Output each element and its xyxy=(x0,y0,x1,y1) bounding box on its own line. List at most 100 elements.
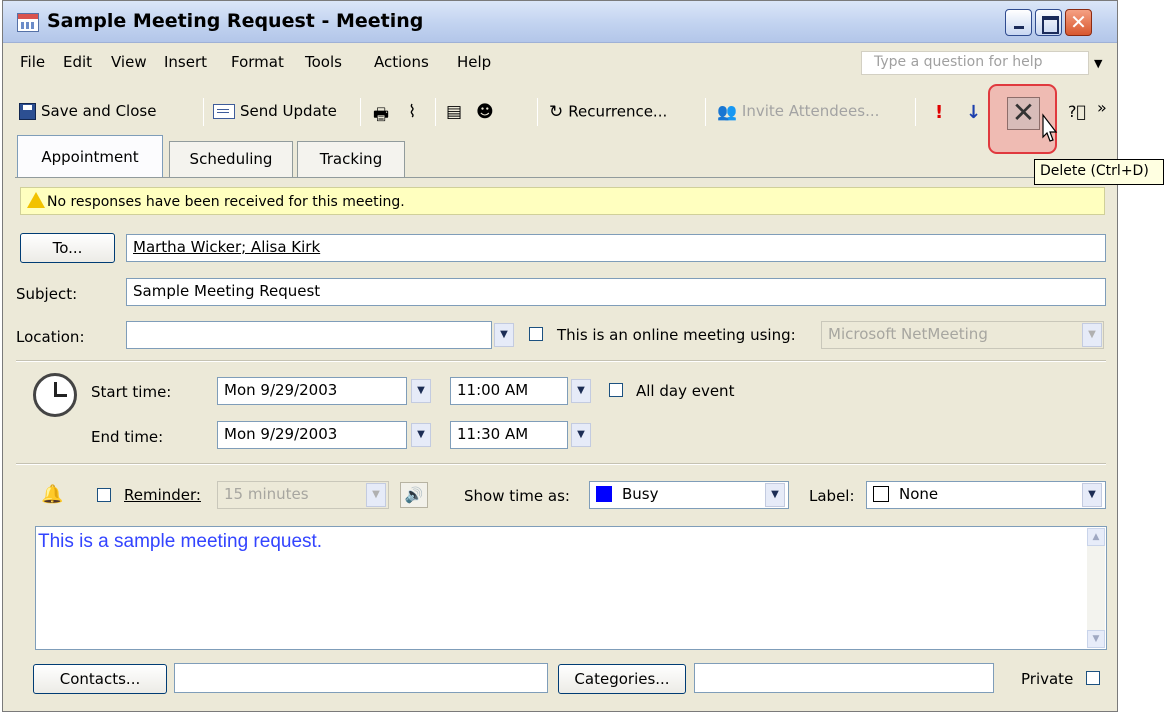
delete-button[interactable]: ✕ xyxy=(1007,97,1040,130)
recurrence-icon: ↻ xyxy=(549,102,564,122)
menu-insert[interactable]: Insert xyxy=(164,53,207,71)
close-button[interactable]: ✕ xyxy=(1065,9,1092,36)
categories-field[interactable] xyxy=(694,663,994,693)
private-label: Private xyxy=(1021,670,1074,688)
toolbar-separator xyxy=(537,98,538,126)
recurrence-button[interactable]: ↻ Recurrence... xyxy=(549,102,667,122)
low-importance-icon[interactable]: ↓ xyxy=(966,102,981,123)
send-update-icon xyxy=(213,104,235,119)
online-meeting-dropdown-icon: ▼ xyxy=(1082,323,1102,347)
all-day-event-checkbox[interactable] xyxy=(609,383,623,397)
toolbar-separator xyxy=(705,98,706,126)
info-bar: No responses have been received for this… xyxy=(20,187,1105,215)
help-search-input[interactable]: Type a question for help xyxy=(861,51,1089,75)
divider xyxy=(16,360,1106,362)
start-time-dropdown-icon[interactable]: ▼ xyxy=(571,379,591,403)
address-book-icon[interactable]: ▤ xyxy=(446,102,462,122)
high-importance-icon[interactable]: ! xyxy=(935,102,943,123)
online-meeting-label: This is an online meeting using: xyxy=(557,326,796,344)
send-update-button[interactable]: Send Update xyxy=(213,102,337,120)
subject-field[interactable]: Sample Meeting Request xyxy=(126,278,1106,306)
start-date-dropdown-icon[interactable]: ▼ xyxy=(411,379,431,403)
help-icon[interactable]: ?⃞ xyxy=(1068,102,1086,121)
help-dropdown-icon[interactable]: ▼ xyxy=(1094,57,1102,70)
tab-appointment[interactable]: Appointment xyxy=(17,135,163,178)
menu-view[interactable]: View xyxy=(111,53,147,71)
minimize-button[interactable] xyxy=(1005,9,1032,36)
label-select[interactable]: None xyxy=(866,481,1106,509)
delete-tooltip: Delete (Ctrl+D) xyxy=(1034,159,1164,185)
show-time-as-label: Show time as: xyxy=(464,487,570,505)
warning-icon xyxy=(27,192,45,208)
calendar-icon xyxy=(17,13,39,32)
scroll-up-icon[interactable]: ▲ xyxy=(1087,528,1105,546)
title-bar[interactable]: Sample Meeting Request - Meeting ✕ xyxy=(3,1,1117,43)
reminder-label: Reminder: xyxy=(124,486,201,504)
label-field-label: Label: xyxy=(809,487,855,505)
contacts-field[interactable] xyxy=(174,663,548,693)
end-time-dropdown-icon[interactable]: ▼ xyxy=(571,423,591,447)
invite-attendees-button[interactable]: 👥 Invite Attendees... xyxy=(717,102,879,121)
tab-scheduling[interactable]: Scheduling xyxy=(169,141,293,177)
tab-tracking[interactable]: Tracking xyxy=(297,141,405,177)
invite-attendees-label: Invite Attendees... xyxy=(741,102,880,120)
toolbar-separator xyxy=(915,98,916,126)
online-meeting-select: Microsoft NetMeeting xyxy=(821,321,1104,349)
location-dropdown-icon[interactable]: ▼ xyxy=(494,323,514,347)
all-day-event-label: All day event xyxy=(636,382,735,400)
label-color-swatch xyxy=(873,486,889,502)
contacts-button[interactable]: Contacts... xyxy=(33,664,167,694)
show-time-as-value: Busy xyxy=(622,485,659,503)
online-meeting-checkbox[interactable] xyxy=(529,327,543,341)
notes-scrollbar[interactable]: ▲ ▼ xyxy=(1087,528,1105,648)
maximize-button[interactable] xyxy=(1035,9,1062,36)
clock-icon xyxy=(33,373,77,417)
start-time-field[interactable]: 11:00 AM xyxy=(450,377,568,405)
attach-icon[interactable]: ⌇ xyxy=(408,102,416,122)
menu-tools[interactable]: Tools xyxy=(305,53,342,71)
show-time-as-dropdown-icon[interactable]: ▼ xyxy=(765,483,785,507)
end-time-field[interactable]: 11:30 AM xyxy=(450,421,568,449)
end-date-field[interactable]: Mon 9/29/2003 xyxy=(217,421,407,449)
save-and-close-button[interactable]: Save and Close xyxy=(19,102,156,120)
show-time-as-select[interactable]: Busy xyxy=(589,481,789,509)
window-title: Sample Meeting Request - Meeting xyxy=(47,10,424,32)
send-update-label: Send Update xyxy=(240,102,337,120)
start-date-field[interactable]: Mon 9/29/2003 xyxy=(217,377,407,405)
menu-file[interactable]: File xyxy=(20,53,45,71)
label-value: None xyxy=(899,485,939,503)
reminder-bell-icon: 🔔 xyxy=(41,484,64,505)
private-checkbox[interactable] xyxy=(1086,671,1100,685)
location-field[interactable] xyxy=(126,321,492,349)
menu-format[interactable]: Format xyxy=(231,53,284,71)
mouse-pointer-icon xyxy=(1042,113,1058,142)
info-bar-text: No responses have been received for this… xyxy=(47,194,405,210)
menu-actions[interactable]: Actions xyxy=(374,53,429,71)
recurrence-label: Recurrence... xyxy=(568,102,668,121)
toolbar: Save and Close Send Update 🖶 ⌇ ▤ ☻ ↻ Recu… xyxy=(3,96,1117,130)
scroll-down-icon[interactable]: ▼ xyxy=(1087,630,1105,648)
busy-color-swatch xyxy=(596,486,612,502)
end-date-dropdown-icon[interactable]: ▼ xyxy=(411,423,431,447)
label-dropdown-icon[interactable]: ▼ xyxy=(1082,483,1102,507)
to-field[interactable]: Martha Wicker; Alisa Kirk xyxy=(126,234,1106,262)
categories-button[interactable]: Categories... xyxy=(558,664,686,694)
to-button[interactable]: To... xyxy=(20,233,115,263)
notes-body[interactable]: This is a sample meeting request. ▲ ▼ xyxy=(35,526,1107,650)
divider xyxy=(16,463,1106,465)
check-names-icon[interactable]: ☻ xyxy=(476,102,494,122)
save-and-close-label: Save and Close xyxy=(41,102,157,120)
menu-edit[interactable]: Edit xyxy=(63,53,92,71)
toolbar-separator xyxy=(203,98,204,126)
reminder-sound-icon[interactable]: 🔊 xyxy=(400,482,428,508)
reminder-dropdown-icon: ▼ xyxy=(366,483,386,507)
toolbar-options-icon[interactable]: » xyxy=(1097,98,1107,117)
menu-help[interactable]: Help xyxy=(457,53,491,71)
delete-icon: ✕ xyxy=(1011,96,1036,129)
reminder-checkbox[interactable] xyxy=(97,488,111,502)
end-time-label: End time: xyxy=(91,428,164,446)
subject-label: Subject: xyxy=(16,285,78,303)
location-label: Location: xyxy=(16,328,85,346)
print-icon[interactable]: 🖶 xyxy=(373,102,389,131)
toolbar-separator xyxy=(435,98,436,126)
